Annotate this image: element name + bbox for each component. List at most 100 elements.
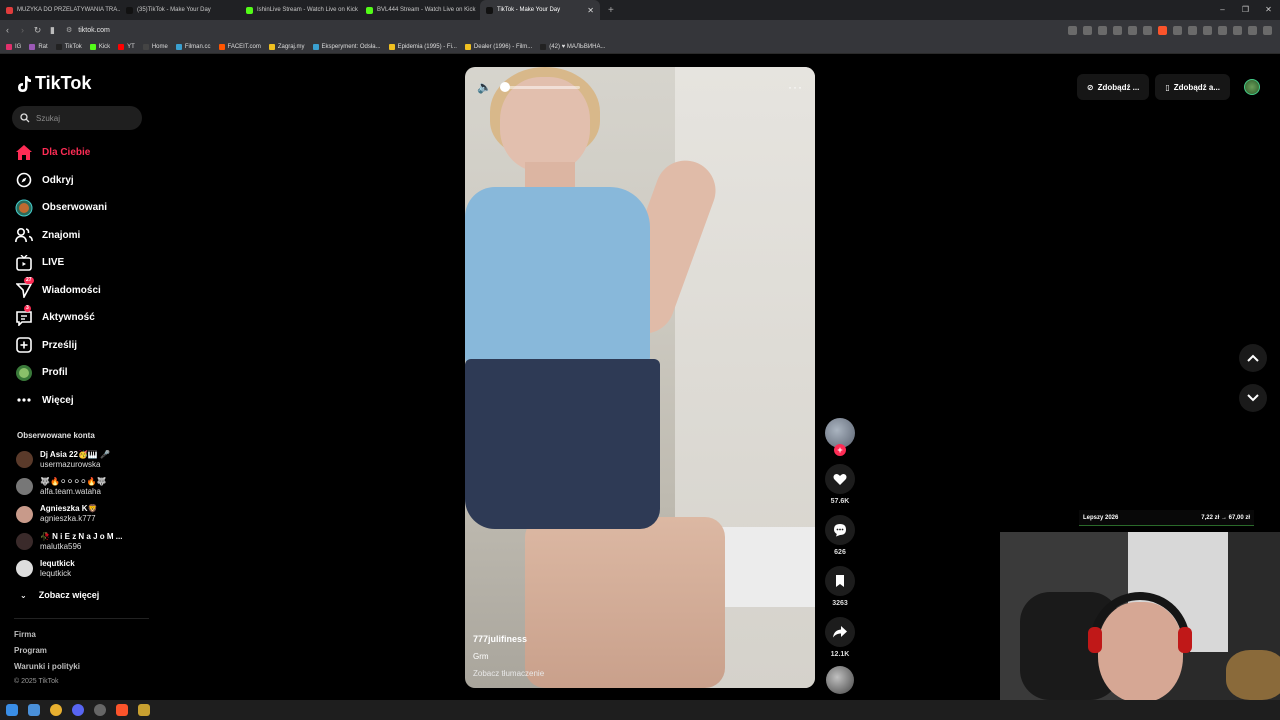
share-action[interactable]: 12.1K	[825, 617, 855, 658]
following-account-item[interactable]: 🐺🔥⚪⚪⚪⚪🔥🐺 alfa.team.wataha	[16, 473, 156, 500]
footer-link[interactable]: Program	[14, 646, 80, 655]
sidebar-icon[interactable]	[1248, 25, 1257, 35]
search-input[interactable]	[36, 113, 136, 123]
following-account-item[interactable]: Agnieszka K🦁 agnieszka.k777	[16, 501, 156, 528]
menu-icon[interactable]	[1263, 25, 1272, 35]
bookmark-item[interactable]: Kick	[89, 43, 110, 50]
browser-tab[interactable]: IshinLive Stream - Watch Live on Kick	[240, 0, 360, 20]
close-tab-icon[interactable]: ✕	[587, 6, 594, 15]
sidebar-item-label: Więcej	[42, 394, 74, 406]
obs-icon[interactable]	[94, 704, 106, 716]
bookmark-item[interactable]: Filman.cc	[175, 43, 211, 50]
discord-icon[interactable]	[72, 704, 84, 716]
windows-start-icon[interactable]	[6, 704, 18, 716]
sidebar-item-more[interactable]: Więcej	[15, 387, 155, 415]
sidebar-item-activity[interactable]: 3 Aktywność	[15, 304, 155, 332]
translate-link[interactable]: Zobacz tłumaczenie	[473, 669, 544, 678]
bookmark-item[interactable]: Rat	[29, 43, 48, 50]
share-icon[interactable]	[1128, 25, 1137, 35]
bookmark-item[interactable]: IG	[6, 43, 22, 50]
zoom-icon[interactable]	[1113, 25, 1122, 35]
reload-icon[interactable]: ↻	[30, 25, 45, 36]
tiktok-logo[interactable]: TikTok	[17, 73, 91, 94]
sidebar-item-following-avatar[interactable]: Obserwowani	[15, 194, 155, 222]
forward-icon[interactable]: ›	[15, 25, 30, 35]
volume-slider[interactable]	[499, 81, 580, 92]
bookmark-item[interactable]: YT	[118, 43, 135, 50]
sidebar-item-upload[interactable]: Prześlij	[15, 332, 155, 360]
extension-icon[interactable]	[1188, 25, 1197, 35]
browser-tab[interactable]: BVL444 Stream - Watch Live on Kick	[360, 0, 480, 20]
brave-shield-icon[interactable]	[1158, 25, 1167, 35]
previous-video-button[interactable]	[1239, 344, 1267, 372]
bookmark-item[interactable]: FACEIT.com	[218, 43, 261, 50]
sidebar-item-label: Prześlij	[42, 339, 78, 351]
star-icon[interactable]	[1143, 25, 1152, 35]
file-explorer-icon[interactable]	[28, 704, 40, 716]
site-info-icon[interactable]: ⚙	[66, 26, 72, 34]
follow-plus-icon[interactable]: +	[834, 444, 846, 456]
volume-knob[interactable]	[499, 81, 510, 92]
user-avatar[interactable]	[1244, 79, 1260, 95]
windows-taskbar	[0, 700, 1280, 720]
video-username[interactable]: 777julifiness	[473, 634, 544, 644]
like-action[interactable]: 57.6K	[825, 464, 855, 505]
translate-icon[interactable]	[1098, 25, 1107, 35]
maximize-button[interactable]: ❐	[1234, 0, 1257, 20]
search-box[interactable]	[12, 106, 142, 130]
url-field[interactable]: ⚙ tiktok.com	[66, 26, 110, 35]
minimize-button[interactable]: –	[1211, 0, 1234, 20]
bookmark-item[interactable]: TikTok	[55, 43, 82, 50]
bookmark-item[interactable]: Dealer (1996) - Film...	[464, 43, 532, 50]
creator-avatar[interactable]: +	[825, 418, 855, 456]
bookmark-item[interactable]: Zagraj.my	[268, 43, 305, 50]
following-account-item[interactable]: lequtkick lequtkick	[16, 555, 156, 582]
upload-icon	[15, 336, 33, 354]
browser-tab[interactable]: MUZYKA DO PRZELATYWANIA TRA...	[0, 0, 120, 20]
more-options-icon[interactable]: ···	[788, 80, 803, 94]
extension-icon[interactable]	[1203, 25, 1212, 35]
browser-tab[interactable]: TikTok - Make Your Day ✕	[480, 0, 600, 20]
browser-tab[interactable]: (35)TikTok - Make Your Day	[120, 0, 240, 20]
comment-action[interactable]: 626	[825, 515, 855, 556]
brave-icon[interactable]	[116, 704, 128, 716]
new-tab-button[interactable]: +	[600, 5, 622, 16]
see-more-button[interactable]: ⌄ Zobacz więcej	[20, 590, 99, 600]
sidebar-item-friends[interactable]: Znajomi	[15, 222, 155, 250]
sidebar-item-profile-avatar[interactable]: Profil	[15, 359, 155, 387]
get-coins-label: Zdobądź ...	[1097, 82, 1140, 92]
copyright: © 2025 TikTok	[14, 678, 59, 685]
bookmark-item[interactable]: Epidemia (1995) - Fi...	[388, 43, 457, 50]
bookmark-icon[interactable]: ▮	[45, 25, 60, 36]
get-app-button[interactable]: ▯ Zdobądź a...	[1155, 74, 1230, 100]
bookmark-item[interactable]: Eksperyment: Odsła...	[312, 43, 381, 50]
chrome-icon[interactable]	[50, 704, 62, 716]
sidebar-item-live[interactable]: LIVE	[15, 249, 155, 277]
footer-link[interactable]: Firma	[14, 630, 80, 639]
extension-icon[interactable]	[1068, 25, 1077, 35]
sidebar-item-home[interactable]: Dla Ciebie	[15, 139, 155, 167]
save-action[interactable]: 3263	[825, 566, 855, 607]
close-window-button[interactable]: ✕	[1257, 0, 1280, 20]
sidebar-item-compass[interactable]: Odkryj	[15, 167, 155, 195]
video-player[interactable]: 🔈 ··· 777julifiness Grm Zobacz tłumaczen…	[465, 67, 815, 688]
following-account-item[interactable]: 🥀 N i E z N a J o M ... malutka596	[16, 528, 156, 555]
app-icon[interactable]	[138, 704, 150, 716]
back-icon[interactable]: ‹	[0, 25, 15, 35]
bookmark-item[interactable]: Home	[142, 43, 168, 50]
bookmark-favicon-icon	[89, 43, 96, 50]
get-coins-button[interactable]: ⊘ Zdobądź ...	[1076, 74, 1150, 100]
download-icon[interactable]	[1218, 25, 1227, 35]
bookmark-item[interactable]: (42) ♥ МАЛЬВИНА...	[540, 43, 606, 50]
save-count: 3263	[832, 600, 848, 607]
extension-icon[interactable]	[1173, 25, 1182, 35]
music-disc-icon[interactable]	[826, 666, 854, 694]
bookmark-label: IG	[15, 43, 22, 50]
footer-link[interactable]: Warunki i polityki	[14, 662, 80, 671]
following-account-item[interactable]: Dj Asia 22🥳🎹 🎤 usermazurowska	[16, 446, 156, 473]
sidebar-item-messages[interactable]: 27 Wiadomości	[15, 277, 155, 305]
volume-icon[interactable]: 🔈	[477, 80, 492, 94]
next-video-button[interactable]	[1239, 384, 1267, 412]
cast-icon[interactable]	[1083, 25, 1092, 35]
puzzle-icon[interactable]	[1233, 25, 1242, 35]
